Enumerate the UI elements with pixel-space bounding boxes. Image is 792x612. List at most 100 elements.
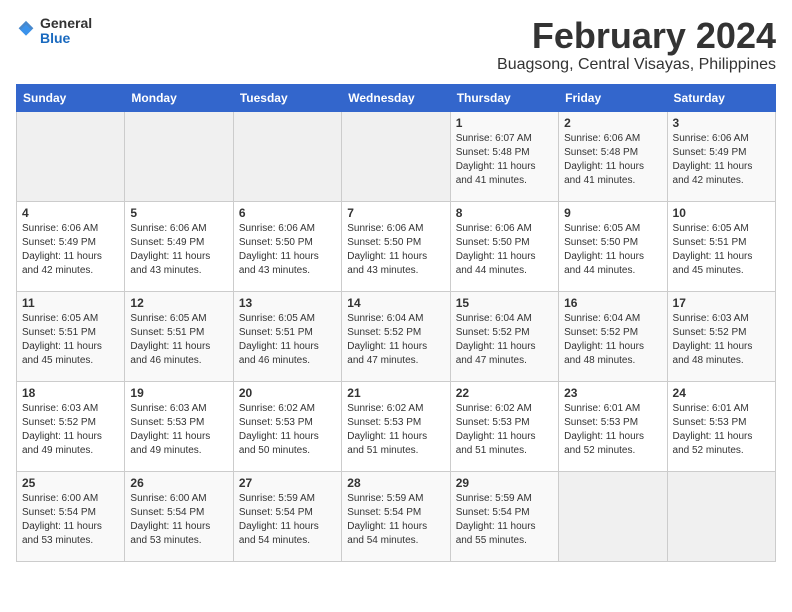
day-number: 13 [239,296,336,310]
day-info: Sunrise: 6:05 AM Sunset: 5:51 PM Dayligh… [22,312,119,368]
calendar-cell: 27 Sunrise: 5:59 AM Sunset: 5:54 PM Dayli… [233,471,341,561]
header-day-wednesday: Wednesday [342,84,450,111]
calendar-cell: 18 Sunrise: 6:03 AM Sunset: 5:52 PM Dayli… [17,381,125,471]
calendar-cell: 21Sunrise: 6:02 AM Sunset: 5:53 PM Dayli… [342,381,450,471]
calendar-cell: 13 Sunrise: 6:05 AM Sunset: 5:51 PM Dayli… [233,291,341,381]
day-info: Sunrise: 6:06 AM Sunset: 5:50 PM Dayligh… [239,222,336,278]
calendar-cell: 10 Sunrise: 6:05 AM Sunset: 5:51 PM Dayli… [667,201,775,291]
calendar-cell: 15 Sunrise: 6:04 AM Sunset: 5:52 PM Dayli… [450,291,558,381]
day-number: 22 [456,386,553,400]
location-subtitle: Buagsong, Central Visayas, Philippines [497,56,776,74]
calendar-header: SundayMondayTuesdayWednesdayThursdayFrid… [17,84,776,111]
day-number: 17 [673,296,770,310]
calendar-cell: 1 Sunrise: 6:07 AM Sunset: 5:48 PM Daylig… [450,111,558,201]
calendar-cell [233,111,341,201]
day-number: 4 [22,206,119,220]
day-number: 16 [564,296,661,310]
day-number: 10 [673,206,770,220]
header-row: SundayMondayTuesdayWednesdayThursdayFrid… [17,84,776,111]
calendar-cell: 9Sunrise: 6:05 AM Sunset: 5:50 PM Daylig… [559,201,667,291]
calendar-cell [17,111,125,201]
day-info: Sunrise: 6:06 AM Sunset: 5:50 PM Dayligh… [347,222,444,278]
calendar-cell: 12 Sunrise: 6:05 AM Sunset: 5:51 PM Dayli… [125,291,233,381]
day-info: Sunrise: 6:06 AM Sunset: 5:49 PM Dayligh… [673,132,770,188]
header-day-monday: Monday [125,84,233,111]
calendar-cell: 25Sunrise: 6:00 AM Sunset: 5:54 PM Dayli… [17,471,125,561]
header-day-saturday: Saturday [667,84,775,111]
day-info: Sunrise: 5:59 AM Sunset: 5:54 PM Dayligh… [239,492,336,548]
calendar-cell: 20Sunrise: 6:02 AM Sunset: 5:53 PM Dayli… [233,381,341,471]
month-title: February 2024 [497,16,776,56]
title-section: February 2024 Buagsong, Central Visayas,… [497,16,776,74]
calendar-cell: 26Sunrise: 6:00 AM Sunset: 5:54 PM Dayli… [125,471,233,561]
logo-icon [16,19,36,43]
day-info: Sunrise: 5:59 AM Sunset: 5:54 PM Dayligh… [347,492,444,548]
calendar-cell: 3 Sunrise: 6:06 AM Sunset: 5:49 PM Daylig… [667,111,775,201]
day-info: Sunrise: 6:01 AM Sunset: 5:53 PM Dayligh… [564,402,661,458]
calendar-cell [667,471,775,561]
day-number: 6 [239,206,336,220]
day-info: Sunrise: 6:02 AM Sunset: 5:53 PM Dayligh… [347,402,444,458]
day-number: 15 [456,296,553,310]
calendar-cell: 22 Sunrise: 6:02 AM Sunset: 5:53 PM Dayli… [450,381,558,471]
calendar-week-2: 4 Sunrise: 6:06 AM Sunset: 5:49 PM Daylig… [17,201,776,291]
calendar-body: 1 Sunrise: 6:07 AM Sunset: 5:48 PM Daylig… [17,111,776,561]
day-number: 26 [130,476,227,490]
day-number: 3 [673,116,770,130]
calendar-table: SundayMondayTuesdayWednesdayThursdayFrid… [16,84,776,562]
day-number: 14 [347,296,444,310]
day-number: 18 [22,386,119,400]
calendar-cell [342,111,450,201]
calendar-cell: 11Sunrise: 6:05 AM Sunset: 5:51 PM Dayli… [17,291,125,381]
day-info: Sunrise: 6:06 AM Sunset: 5:49 PM Dayligh… [22,222,119,278]
page-header: General Blue February 2024 Buagsong, Cen… [16,16,776,74]
day-info: Sunrise: 6:02 AM Sunset: 5:53 PM Dayligh… [239,402,336,458]
day-info: Sunrise: 6:04 AM Sunset: 5:52 PM Dayligh… [456,312,553,368]
day-number: 28 [347,476,444,490]
calendar-cell: 23Sunrise: 6:01 AM Sunset: 5:53 PM Dayli… [559,381,667,471]
logo: General Blue [16,16,92,47]
calendar-cell: 2Sunrise: 6:06 AM Sunset: 5:48 PM Daylig… [559,111,667,201]
day-info: Sunrise: 6:05 AM Sunset: 5:51 PM Dayligh… [673,222,770,278]
day-number: 7 [347,206,444,220]
day-info: Sunrise: 6:04 AM Sunset: 5:52 PM Dayligh… [564,312,661,368]
day-info: Sunrise: 6:05 AM Sunset: 5:51 PM Dayligh… [239,312,336,368]
day-number: 1 [456,116,553,130]
day-number: 5 [130,206,227,220]
day-info: Sunrise: 5:59 AM Sunset: 5:54 PM Dayligh… [456,492,553,548]
calendar-week-5: 25Sunrise: 6:00 AM Sunset: 5:54 PM Dayli… [17,471,776,561]
calendar-week-1: 1 Sunrise: 6:07 AM Sunset: 5:48 PM Daylig… [17,111,776,201]
calendar-cell: 5 Sunrise: 6:06 AM Sunset: 5:49 PM Daylig… [125,201,233,291]
day-info: Sunrise: 6:06 AM Sunset: 5:49 PM Dayligh… [130,222,227,278]
calendar-cell [559,471,667,561]
logo-general: General [40,16,92,31]
calendar-cell: 28 Sunrise: 5:59 AM Sunset: 5:54 PM Dayli… [342,471,450,561]
day-number: 9 [564,206,661,220]
calendar-cell: 29Sunrise: 5:59 AM Sunset: 5:54 PM Dayli… [450,471,558,561]
header-day-sunday: Sunday [17,84,125,111]
calendar-cell: 24Sunrise: 6:01 AM Sunset: 5:53 PM Dayli… [667,381,775,471]
day-info: Sunrise: 6:06 AM Sunset: 5:50 PM Dayligh… [456,222,553,278]
calendar-cell: 14 Sunrise: 6:04 AM Sunset: 5:52 PM Dayli… [342,291,450,381]
calendar-week-4: 18 Sunrise: 6:03 AM Sunset: 5:52 PM Dayli… [17,381,776,471]
header-day-thursday: Thursday [450,84,558,111]
day-number: 24 [673,386,770,400]
day-number: 2 [564,116,661,130]
day-number: 8 [456,206,553,220]
day-info: Sunrise: 6:03 AM Sunset: 5:52 PM Dayligh… [22,402,119,458]
day-info: Sunrise: 6:04 AM Sunset: 5:52 PM Dayligh… [347,312,444,368]
calendar-cell: 6 Sunrise: 6:06 AM Sunset: 5:50 PM Daylig… [233,201,341,291]
day-info: Sunrise: 6:07 AM Sunset: 5:48 PM Dayligh… [456,132,553,188]
day-info: Sunrise: 6:02 AM Sunset: 5:53 PM Dayligh… [456,402,553,458]
calendar-cell: 17Sunrise: 6:03 AM Sunset: 5:52 PM Dayli… [667,291,775,381]
day-number: 12 [130,296,227,310]
day-info: Sunrise: 6:05 AM Sunset: 5:51 PM Dayligh… [130,312,227,368]
day-number: 19 [130,386,227,400]
calendar-cell [125,111,233,201]
calendar-cell: 8 Sunrise: 6:06 AM Sunset: 5:50 PM Daylig… [450,201,558,291]
calendar-cell: 7 Sunrise: 6:06 AM Sunset: 5:50 PM Daylig… [342,201,450,291]
header-day-tuesday: Tuesday [233,84,341,111]
calendar-week-3: 11Sunrise: 6:05 AM Sunset: 5:51 PM Dayli… [17,291,776,381]
calendar-cell: 16 Sunrise: 6:04 AM Sunset: 5:52 PM Dayli… [559,291,667,381]
day-number: 27 [239,476,336,490]
